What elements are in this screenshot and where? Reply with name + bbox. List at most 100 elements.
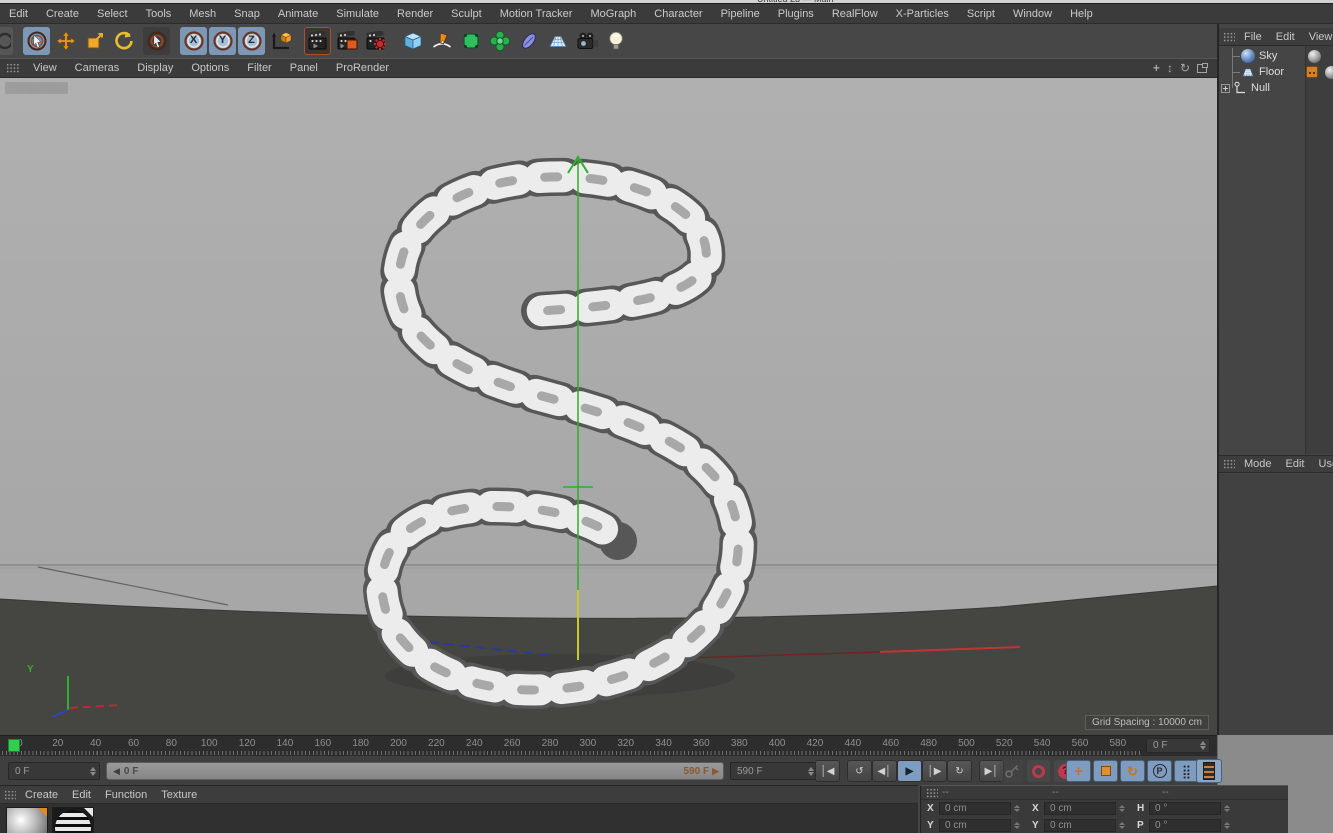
coordinate-system-button[interactable] [267, 27, 294, 55]
lock-y-axis-button[interactable]: Y [209, 27, 236, 55]
menubar-item[interactable]: Sculpt [442, 8, 491, 20]
toggle-view-icon[interactable] [1197, 62, 1208, 73]
viewport-menu-options[interactable]: Options [182, 62, 238, 74]
next-frame-button[interactable]: │▶ [922, 760, 947, 782]
menubar-item[interactable]: Animate [269, 8, 327, 20]
viewport-menu-display[interactable]: Display [128, 62, 182, 74]
mat-menu-function[interactable]: Function [98, 789, 154, 801]
menubar-item[interactable]: Snap [225, 8, 269, 20]
camera-button[interactable] [573, 27, 600, 55]
goto-start-button[interactable]: │◀ [815, 760, 840, 782]
record-active-objects-button[interactable] [1027, 760, 1050, 782]
playhead-marker[interactable] [8, 739, 20, 752]
record-parameter-toggle[interactable]: P [1147, 760, 1172, 782]
light-button[interactable] [602, 27, 629, 55]
record-rotation-toggle[interactable]: ↻ [1120, 760, 1145, 782]
add-cube-primitive-button[interactable] [399, 27, 426, 55]
view-label[interactable]: Perspective [5, 82, 69, 94]
record-scale-toggle[interactable] [1093, 760, 1118, 782]
floor-object-button[interactable] [544, 27, 571, 55]
lock-x-axis-button[interactable]: X [180, 27, 207, 55]
rotation-h-field[interactable]: 0 ° [1149, 802, 1221, 815]
floor-compositing-tag[interactable] [1306, 66, 1318, 78]
menubar-item[interactable]: Character [645, 8, 711, 20]
undo-button[interactable] [0, 27, 13, 55]
om-menu-file[interactable]: File [1237, 31, 1269, 43]
menubar-item[interactable]: Simulate [327, 8, 388, 20]
om-menu-edit[interactable]: Edit [1269, 31, 1302, 43]
menubar-item[interactable]: Script [958, 8, 1004, 20]
object-name[interactable]: Sky [1259, 50, 1277, 62]
viewport-menu-prorender[interactable]: ProRender [327, 62, 398, 74]
pan-view-icon[interactable]: + [1153, 62, 1160, 74]
pen-spline-button[interactable] [428, 27, 455, 55]
deformer-button[interactable] [515, 27, 542, 55]
menubar-item[interactable]: RealFlow [823, 8, 887, 20]
play-forwards-button[interactable]: ▶ [897, 760, 922, 782]
menubar-item[interactable]: Render [388, 8, 442, 20]
menubar-item[interactable]: Tools [137, 8, 181, 20]
menubar-item[interactable]: Motion Tracker [491, 8, 582, 20]
timeline-ruler[interactable]: 0204060801001201401601802002202402602803… [0, 735, 1217, 755]
material-swatch-striped-sphere[interactable] [52, 807, 94, 833]
menubar-item[interactable]: Edit [0, 8, 37, 20]
slider-right-arrow-icon[interactable]: ▶ [712, 766, 719, 777]
position-x-field[interactable]: 0 cm [939, 802, 1011, 815]
menubar-item[interactable]: Create [37, 8, 88, 20]
3d-viewport[interactable]: Perspective Grid Spacing : 10000 cm Y [0, 78, 1217, 735]
panel-grip-icon[interactable] [1223, 459, 1235, 469]
position-y-field[interactable]: 0 cm [939, 819, 1011, 832]
menubar-item[interactable]: Select [88, 8, 137, 20]
object-name[interactable]: Floor [1259, 66, 1284, 78]
rotation-p-field[interactable]: 0 ° [1149, 819, 1221, 832]
move-tool-button[interactable] [52, 27, 79, 55]
frame-increment-dropdown[interactable]: 0 F [1146, 738, 1210, 753]
stepper-icon[interactable] [1200, 741, 1209, 750]
previous-frame-button[interactable]: ◀│ [872, 760, 897, 782]
object-row-sky[interactable]: Sky [1219, 48, 1305, 64]
menubar-item[interactable]: MoGraph [581, 8, 645, 20]
am-menu-edit[interactable]: Edit [1279, 458, 1312, 470]
stepper-icon[interactable] [1014, 805, 1020, 812]
menubar-item[interactable]: Plugins [769, 8, 823, 20]
current-frame-field[interactable]: 0 F [8, 762, 100, 780]
stepper-icon[interactable] [1119, 822, 1125, 829]
mat-menu-create[interactable]: Create [18, 789, 65, 801]
stepper-icon[interactable] [90, 766, 99, 776]
stepper-icon[interactable] [1224, 822, 1230, 829]
render-view-button[interactable] [304, 27, 331, 55]
viewport-menu-cameras[interactable]: Cameras [66, 62, 129, 74]
preview-range-slider[interactable]: ◀ 0 F 590 F ▶ [106, 762, 724, 780]
object-name[interactable]: Null [1251, 82, 1270, 94]
lock-z-axis-button[interactable]: Z [238, 27, 265, 55]
keyframe-presets-button[interactable] [1196, 759, 1222, 783]
panel-grip-icon[interactable] [6, 63, 20, 73]
render-to-picture-viewer-button[interactable] [333, 27, 360, 55]
edit-render-settings-button[interactable] [362, 27, 389, 55]
play-loop-button[interactable]: ↻ [947, 760, 972, 782]
live-selection-button[interactable] [23, 27, 50, 55]
viewport-menu-view[interactable]: View [24, 62, 66, 74]
stepper-icon[interactable] [1014, 822, 1020, 829]
menubar-item[interactable]: X-Particles [887, 8, 958, 20]
am-menu-user-data[interactable]: User Data [1312, 458, 1333, 470]
zoom-view-icon[interactable]: ↕ [1167, 62, 1173, 74]
mograph-cloner-button[interactable] [486, 27, 513, 55]
rotate-tool-button[interactable] [110, 27, 137, 55]
menubar-item[interactable]: Help [1061, 8, 1102, 20]
panel-grip-icon[interactable] [1223, 31, 1235, 42]
menubar-item[interactable]: Pipeline [712, 8, 769, 20]
subdivision-surface-button[interactable] [457, 27, 484, 55]
rotate-view-icon[interactable]: ↻ [1180, 62, 1190, 74]
play-backwards-button[interactable]: ↺ [847, 760, 872, 782]
panel-grip-icon[interactable] [926, 787, 938, 798]
menubar-item[interactable]: Window [1004, 8, 1061, 20]
scale-tool-button[interactable] [81, 27, 108, 55]
expand-icon[interactable] [1221, 83, 1230, 93]
stepper-icon[interactable] [1119, 805, 1125, 812]
viewport-menu-panel[interactable]: Panel [281, 62, 327, 74]
sky-material-tag[interactable] [1308, 50, 1321, 63]
panel-grip-icon[interactable] [4, 789, 16, 800]
material-swatch-gray-sphere[interactable] [6, 807, 48, 833]
mat-menu-edit[interactable]: Edit [65, 789, 98, 801]
